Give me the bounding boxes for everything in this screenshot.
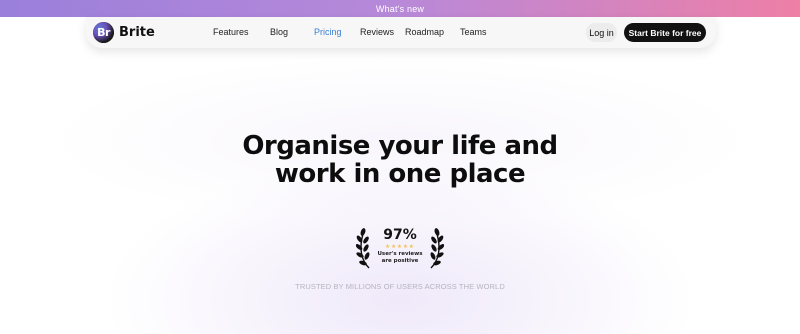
nav-item-roadmap[interactable]: Roadmap (405, 27, 444, 37)
laurel-right-icon (430, 228, 444, 269)
nav-item-teams[interactable]: Teams (460, 27, 487, 37)
nav-item-features[interactable]: Features (213, 27, 249, 37)
hero-title: Organise your life and work in one place (0, 132, 800, 188)
login-label: Log in (589, 27, 614, 38)
badge-content: 97% ★★★★★ User's reviews are positive (376, 226, 424, 265)
rating-stars: ★★★★★ (385, 244, 415, 250)
brand-name: Brite (119, 25, 155, 40)
announcement-banner[interactable]: What's new (0, 0, 800, 17)
hero-title-line-2: work in one place (274, 159, 526, 189)
navbar: Br Brite Features Blog Pricing Reviews R… (86, 17, 716, 48)
announcement-text: What's new (375, 3, 425, 14)
review-badge: 97% ★★★★★ User's reviews are positive (356, 226, 444, 270)
start-free-label: Start Brite for free (628, 27, 702, 38)
logo-icon: Br (93, 22, 114, 43)
nav-item-blog[interactable]: Blog (270, 27, 288, 37)
review-percent: 97% (383, 227, 417, 243)
nav-item-reviews[interactable]: Reviews (360, 27, 394, 37)
hero-title-line-1: Organise your life and (242, 131, 558, 161)
logo-letters: Br (97, 26, 110, 39)
nav-item-pricing[interactable]: Pricing (314, 27, 342, 37)
login-button[interactable]: Log in (586, 23, 617, 42)
badge-line-2: are positive (381, 258, 419, 264)
badge-line-1: User's reviews (377, 251, 423, 257)
start-free-button[interactable]: Start Brite for free (624, 23, 706, 42)
brand-logo[interactable]: Br Brite (93, 22, 155, 43)
laurel-left-icon (356, 228, 370, 269)
trusted-by-text: TRUSTED BY MILLIONS OF USERS ACROSS THE … (295, 282, 505, 291)
